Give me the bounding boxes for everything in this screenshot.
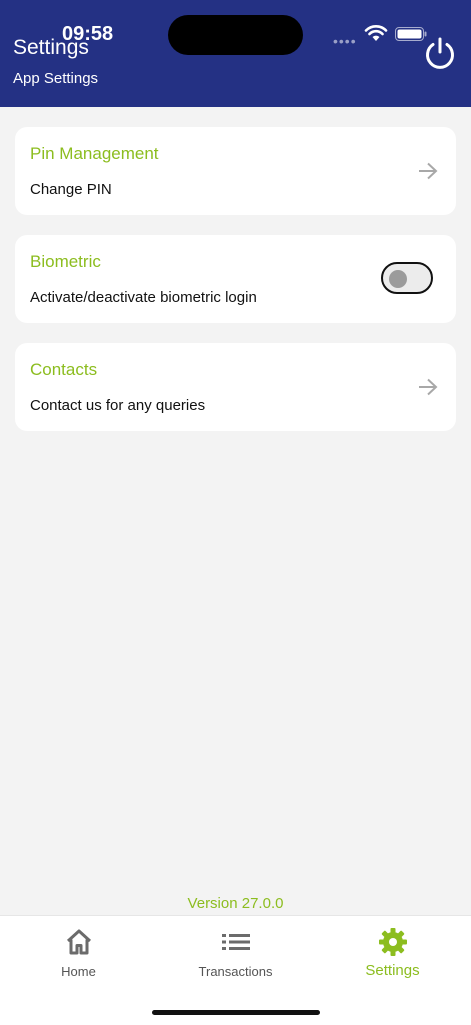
card-title: Biometric — [30, 252, 101, 271]
home-icon — [66, 929, 92, 955]
tab-label: Settings — [365, 962, 420, 979]
card-description: Activate/deactivate biometric login — [30, 289, 257, 306]
toggle-knob — [389, 270, 407, 288]
gear-icon — [379, 928, 407, 956]
home-indicator — [152, 1010, 320, 1015]
power-icon[interactable] — [422, 36, 458, 72]
list-icon — [222, 934, 250, 950]
biometric-card: Biometric Activate/deactivate biometric … — [15, 235, 456, 323]
version-label: Version 27.0.0 — [187, 895, 284, 912]
wifi-icon — [364, 25, 388, 41]
biometric-toggle[interactable] — [381, 262, 433, 294]
arrow-right-icon — [419, 378, 438, 396]
arrow-right-icon — [419, 162, 438, 180]
page-subtitle: App Settings — [13, 70, 99, 87]
tab-label: Home — [61, 964, 96, 979]
app-header: Settings 09:58 •••• App Settings — [0, 0, 471, 107]
tab-settings[interactable]: Settings — [314, 916, 471, 991]
tab-home[interactable]: Home — [0, 916, 157, 991]
card-title: Contacts — [30, 360, 98, 379]
tab-label: Transactions — [198, 964, 273, 979]
contacts-card[interactable]: Contacts Contact us for any queries — [15, 343, 456, 431]
card-description: Change PIN — [30, 181, 112, 198]
card-description: Contact us for any queries — [30, 397, 206, 414]
tab-transactions[interactable]: Transactions — [157, 916, 314, 991]
signal-icon: •••• — [333, 33, 357, 49]
tab-bar: Home Transactions Settings — [0, 915, 471, 1025]
status-time: 09:58 — [62, 23, 114, 45]
dynamic-island — [168, 15, 303, 55]
card-title: Pin Management — [30, 144, 159, 163]
pin-management-card[interactable]: Pin Management Change PIN — [15, 127, 456, 215]
